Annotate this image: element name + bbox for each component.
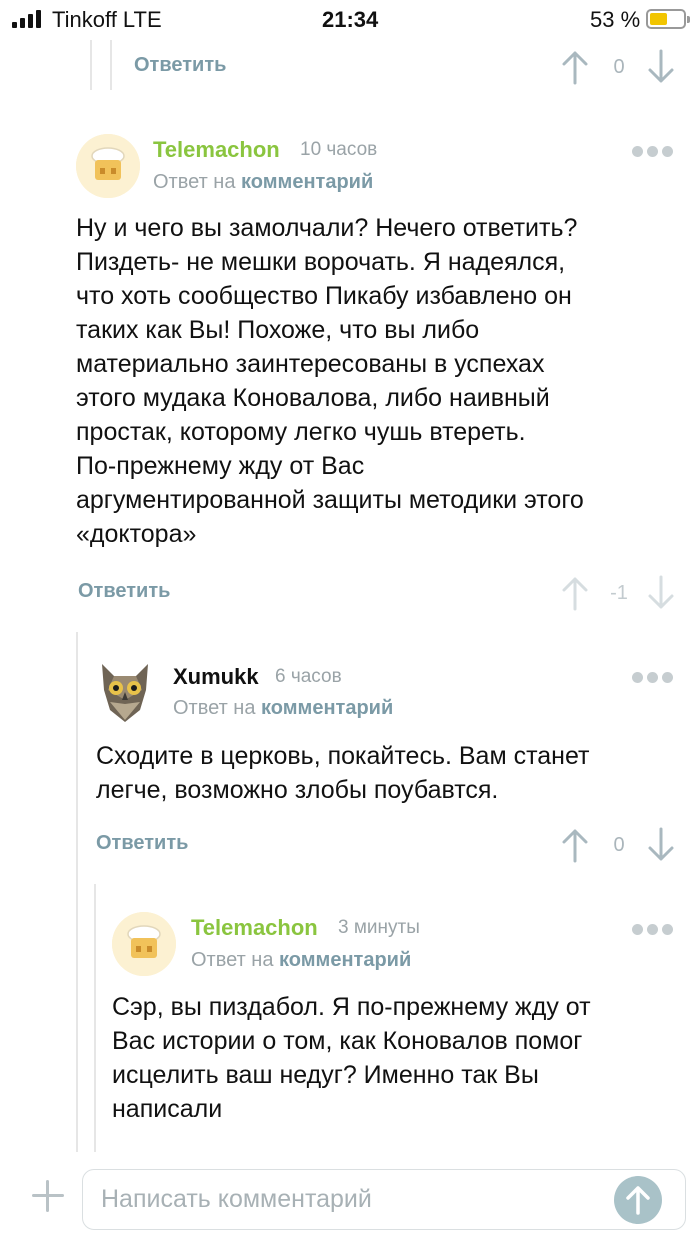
owl-icon: [102, 664, 148, 722]
downvote-icon[interactable]: [646, 574, 676, 612]
timestamp: 6 часов: [275, 666, 342, 687]
avatar[interactable]: [112, 912, 176, 976]
vote-score: 0: [613, 56, 625, 78]
send-button[interactable]: [614, 1176, 662, 1224]
reply-to-line: Ответ на комментарий: [153, 171, 374, 193]
chef-hat-icon: [112, 912, 176, 976]
downvote-icon[interactable]: [646, 826, 676, 864]
parent-comment-link[interactable]: комментарий: [261, 697, 393, 719]
chef-hat-icon: [76, 134, 140, 198]
status-bar: Tinkoff LTE 21:34 53 %: [0, 0, 700, 40]
vote-control: 0: [560, 48, 680, 88]
author-name[interactable]: Telemachon: [153, 137, 280, 163]
more-options-icon[interactable]: [632, 672, 673, 684]
battery-icon: [646, 9, 690, 29]
comment-body: Сходите в церковь, покайтесь. Вам станет…: [96, 742, 590, 804]
upvote-icon[interactable]: [560, 574, 590, 612]
vote-control: 0: [560, 826, 680, 866]
vote-score: 0: [613, 834, 625, 856]
reply-to-line: Ответ на комментарий: [191, 949, 412, 971]
battery-percent: 53 %: [590, 7, 641, 32]
reply-button[interactable]: Ответить: [78, 580, 170, 603]
timestamp: 3 минуты: [338, 917, 420, 938]
plus-icon[interactable]: [30, 1178, 66, 1214]
timestamp: 10 часов: [300, 139, 378, 160]
arrow-up-icon: [626, 1186, 650, 1215]
carrier-label: Tinkoff LTE: [52, 7, 162, 32]
comment-input-placeholder: Написать комментарий: [101, 1185, 372, 1213]
more-options-icon[interactable]: [632, 924, 673, 936]
reply-button[interactable]: Ответить: [96, 832, 188, 855]
author-name[interactable]: Telemachon: [191, 915, 318, 941]
author-name[interactable]: Xumukk: [173, 664, 259, 690]
comment-body: Сэр, вы пиздабол. Я по-прежнему жду от В…: [112, 993, 591, 1123]
downvote-icon[interactable]: [646, 48, 676, 86]
thread-line: [76, 632, 78, 1152]
thread-line: [110, 40, 112, 90]
vote-control: -1: [560, 574, 680, 614]
clock: 21:34: [322, 7, 379, 32]
reply-to-line: Ответ на комментарий: [173, 697, 394, 719]
comment-composer: Написать комментарий: [0, 1152, 700, 1245]
reply-button[interactable]: Ответить: [134, 54, 226, 77]
parent-comment-link[interactable]: комментарий: [279, 949, 411, 971]
comment-input[interactable]: Написать комментарий: [82, 1169, 686, 1230]
avatar[interactable]: [96, 660, 154, 724]
thread-line: [90, 40, 92, 90]
upvote-icon[interactable]: [560, 48, 590, 86]
upvote-icon[interactable]: [560, 826, 590, 864]
comment-body: Ну и чего вы замолчали? Нечего ответить?…: [76, 214, 584, 548]
avatar[interactable]: [76, 134, 140, 198]
more-options-icon[interactable]: [632, 146, 673, 158]
vote-score: -1: [610, 582, 628, 604]
parent-comment-link[interactable]: комментарий: [241, 171, 373, 193]
thread-line: [94, 884, 96, 1152]
signal-icon: [12, 10, 46, 28]
